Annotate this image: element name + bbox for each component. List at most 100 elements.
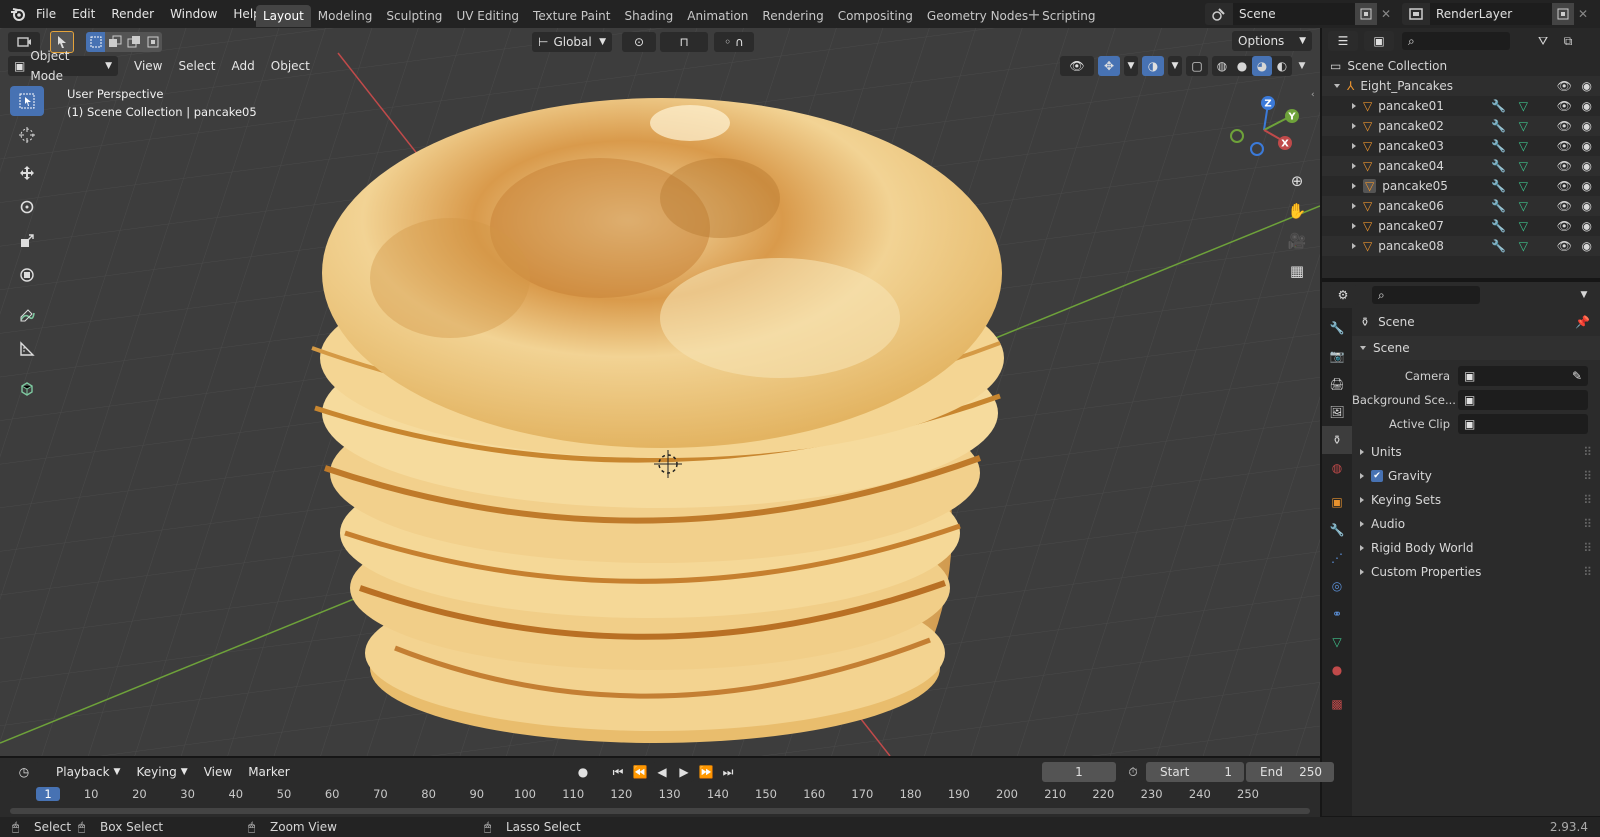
render-camera-icon[interactable]: ◉ [1582,179,1592,193]
scene-icon[interactable] [1205,3,1233,25]
menu-edit[interactable]: Edit [64,7,103,21]
view-layer-name-field[interactable]: RenderLayer [1430,3,1552,25]
visibility-icon[interactable]: 👁 [1060,56,1094,76]
outliner-object-row[interactable]: ▽ pancake08 🔧 ▽ 👁 ◉ [1322,236,1600,256]
scene-collection-row[interactable]: ▭ Scene Collection [1322,56,1600,76]
constraints-tab-icon[interactable]: ⚭ [1322,600,1352,628]
timeline-menu-keying[interactable]: Keying ▼ [128,765,195,779]
add-cube-tool[interactable] [10,374,44,404]
play-reverse-icon[interactable]: ◀ [652,762,672,782]
eye-icon[interactable]: 👁 [1557,199,1572,213]
pin-icon[interactable]: 📌 [1575,315,1590,329]
subpanel-audio[interactable]: Audio ⠿ [1352,512,1600,536]
tool-tab-icon[interactable]: 🔧 [1322,314,1352,342]
render-tab-icon[interactable]: 📷 [1322,342,1352,370]
eye-icon[interactable]: 👁 [1557,239,1572,253]
playhead-frame-indicator[interactable]: 1 [36,787,60,801]
subpanel-units[interactable]: Units ⠿ [1352,440,1600,464]
render-camera-icon[interactable]: ◉ [1582,99,1592,113]
material-preview-shading-icon[interactable]: ◕ [1252,56,1272,76]
expand-arrow-icon[interactable] [1352,163,1356,169]
next-keyframe-icon[interactable]: ⏩ [696,762,716,782]
texture-tab-icon[interactable]: ▩ [1322,690,1352,718]
modifier-wrench-icon[interactable]: 🔧 [1491,119,1506,133]
output-tab-icon[interactable]: 🖨 [1322,370,1352,398]
mesh-data-icon[interactable]: ▽ [1519,239,1528,253]
proportional-editing-icon[interactable]: ◦ ∩ [714,32,754,52]
expand-arrow-icon[interactable] [1352,103,1356,109]
pan-hand-icon[interactable]: ✋ [1282,196,1312,226]
mesh-data-icon[interactable]: ▽ [1519,119,1528,133]
property-value-field[interactable]: ▣ [1458,390,1588,410]
select-box-tool[interactable] [10,86,44,116]
previous-keyframe-icon[interactable]: ⏪ [630,762,650,782]
options-dropdown[interactable]: Options ▼ [1232,31,1312,51]
pivot-point-icon[interactable]: ⊙ [622,32,656,52]
annotate-tool[interactable] [10,300,44,330]
scale-tool[interactable] [10,226,44,256]
eye-icon[interactable]: 👁 [1557,99,1572,113]
subpanel-rigid-body-world[interactable]: Rigid Body World ⠿ [1352,536,1600,560]
expand-arrow-icon[interactable] [1352,203,1356,209]
outliner-editor-type-icon[interactable]: ☰ [1328,31,1358,51]
object-tab-icon[interactable]: ▣ [1322,488,1352,516]
subpanel-keying-sets[interactable]: Keying Sets ⠿ [1352,488,1600,512]
gravity-checkbox[interactable]: ✔ [1371,470,1383,482]
expand-arrow-icon[interactable] [1352,143,1356,149]
render-camera-icon[interactable]: ◉ [1582,79,1592,93]
subpanel-gravity[interactable]: ✔ Gravity ⠿ [1352,464,1600,488]
modifiers-tab-icon[interactable]: 🔧 [1322,516,1352,544]
menu-file[interactable]: File [28,7,64,21]
chevron-down-icon[interactable]: ▼ [1574,290,1594,300]
subtract-selection-icon[interactable] [124,32,143,52]
timeline-menu-marker[interactable]: Marker [240,765,297,779]
modifier-wrench-icon[interactable]: 🔧 [1491,239,1506,253]
world-tab-icon[interactable]: ◍ [1322,454,1352,482]
modifier-wrench-icon[interactable]: 🔧 [1491,159,1506,173]
camera-view-icon[interactable]: 🎥 [1282,226,1312,256]
blender-logo-icon[interactable] [10,6,26,22]
outliner-object-row[interactable]: ▽ pancake06 🔧 ▽ 👁 ◉ [1322,196,1600,216]
mesh-data-icon[interactable]: ▽ [1519,139,1528,153]
timeline-menu-playback[interactable]: Playback ▼ [48,765,128,779]
end-frame-field[interactable]: End 250 [1246,762,1334,782]
properties-search-input[interactable]: ⌕ [1372,286,1480,304]
eye-icon[interactable]: 👁 [1557,159,1572,173]
subpanel-custom-properties[interactable]: Custom Properties ⠿ [1352,560,1600,584]
render-camera-icon[interactable]: ◉ [1582,199,1592,213]
outliner-object-row[interactable]: ▽ pancake04 🔧 ▽ 👁 ◉ [1322,156,1600,176]
new-collection-icon[interactable]: ⧉ [1558,34,1578,49]
menu-window[interactable]: Window [162,7,225,21]
drag-handle-icon[interactable]: ⠿ [1583,565,1592,579]
outliner-object-row[interactable]: ▽ pancake03 🔧 ▽ 👁 ◉ [1322,136,1600,156]
play-icon[interactable]: ▶ [674,762,694,782]
snap-icon[interactable]: ⊓ [660,32,708,52]
solid-shading-icon[interactable]: ● [1232,56,1252,76]
properties-editor-type-icon[interactable]: ⚙ [1328,285,1358,305]
scene-panel-header[interactable]: Scene [1352,336,1600,360]
outliner-object-row[interactable]: ▽ pancake02 🔧 ▽ 👁 ◉ [1322,116,1600,136]
view-layer-tab-icon[interactable]: 🖼 [1322,398,1352,426]
mesh-data-icon[interactable]: ▽ [1519,199,1528,213]
physics-tab-icon[interactable]: ◎ [1322,572,1352,600]
rendered-shading-icon[interactable]: ◐ [1272,56,1292,76]
add-workspace-icon[interactable]: + [1026,5,1042,24]
viewport-menu-view[interactable]: View [126,59,170,73]
material-tab-icon[interactable]: ● [1322,656,1352,684]
drag-handle-icon[interactable]: ⠿ [1583,469,1592,483]
tab-layout[interactable]: Layout [256,5,311,27]
drag-handle-icon[interactable]: ⠿ [1583,541,1592,555]
tab-texture-paint[interactable]: Texture Paint [526,5,617,27]
modifier-wrench-icon[interactable]: 🔧 [1491,179,1506,193]
preview-range-icon[interactable]: ⏱ [1122,762,1144,782]
filter-icon[interactable]: ⛛ [1528,34,1558,49]
3d-viewport[interactable]: ⊢ Global ▼ ⊙ ⊓ ◦ ∩ Options ▼ ▣ Object Mo… [0,28,1320,756]
modifier-wrench-icon[interactable]: 🔧 [1491,219,1506,233]
rotate-tool[interactable] [10,192,44,222]
transform-tool[interactable] [10,260,44,290]
chevron-down-icon[interactable]: ▼ [1296,56,1308,76]
timeline-editor-type-icon[interactable]: ◷ [8,762,40,782]
jump-start-icon[interactable]: ⏮ [608,762,628,782]
drag-handle-icon[interactable]: ⠿ [1583,493,1592,507]
measure-tool[interactable] [10,334,44,364]
